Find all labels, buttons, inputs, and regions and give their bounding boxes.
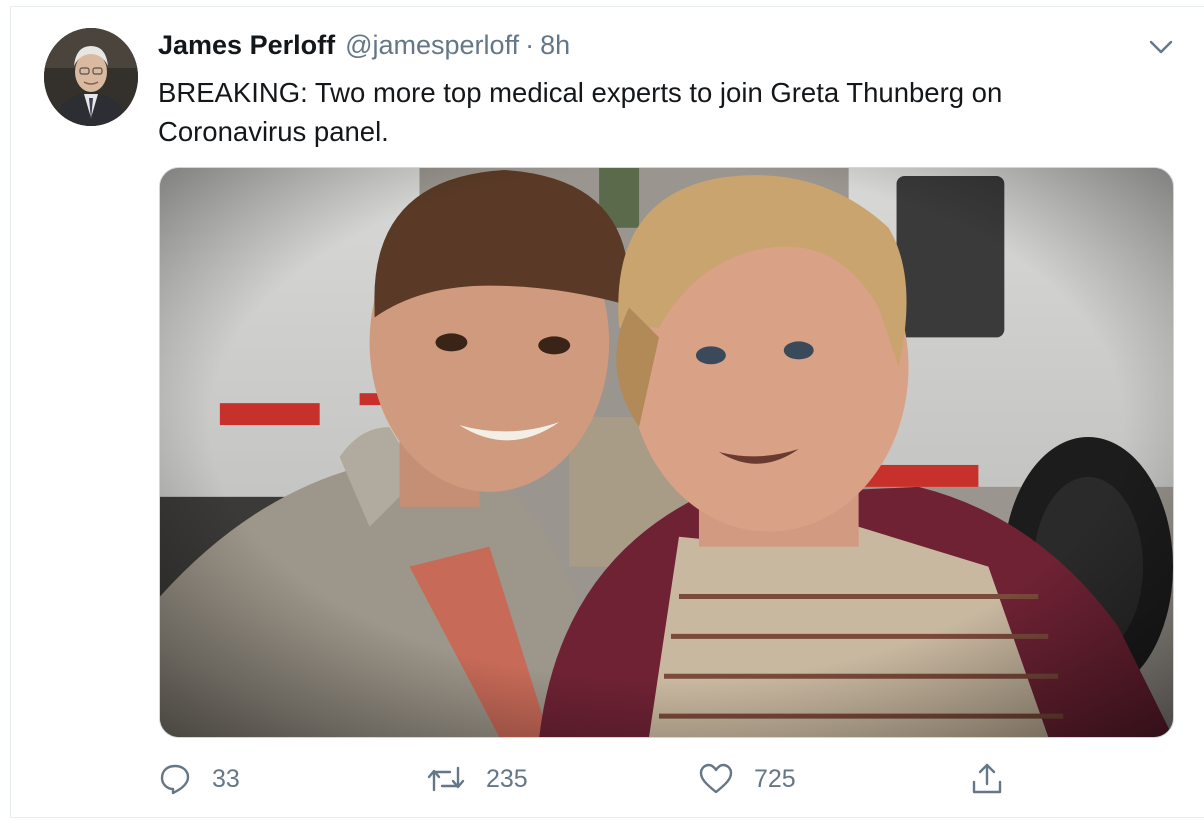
retweet-count: 235 [486, 764, 528, 793]
reply-count: 33 [212, 764, 240, 793]
author-avatar[interactable] [44, 28, 138, 126]
author-name[interactable]: James Perloff [158, 30, 335, 61]
tweet-header: James Perloff @jamesperloff · 8h [158, 30, 570, 66]
chevron-down-icon[interactable] [1146, 36, 1176, 58]
separator-dot: · [525, 30, 535, 60]
like-button[interactable]: 725 [698, 756, 796, 802]
photo-of-two-men [160, 168, 1173, 737]
tweet-timestamp[interactable]: 8h [540, 30, 570, 61]
reply-icon [160, 764, 190, 795]
like-count: 725 [754, 764, 796, 793]
tweet-actions: 33 235 725 [158, 756, 1018, 802]
heart-icon [699, 763, 733, 794]
author-handle[interactable]: @jamesperloff [345, 30, 519, 61]
reply-button[interactable]: 33 [158, 756, 240, 802]
tweet-media-image[interactable] [159, 167, 1174, 738]
avatar-photo [44, 28, 138, 126]
share-icon [972, 763, 1002, 794]
tweet-text: BREAKING: Two more top medical experts t… [158, 77, 1003, 147]
share-button[interactable] [970, 756, 1024, 802]
retweet-icon [427, 766, 465, 792]
retweet-button[interactable]: 235 [426, 756, 528, 802]
